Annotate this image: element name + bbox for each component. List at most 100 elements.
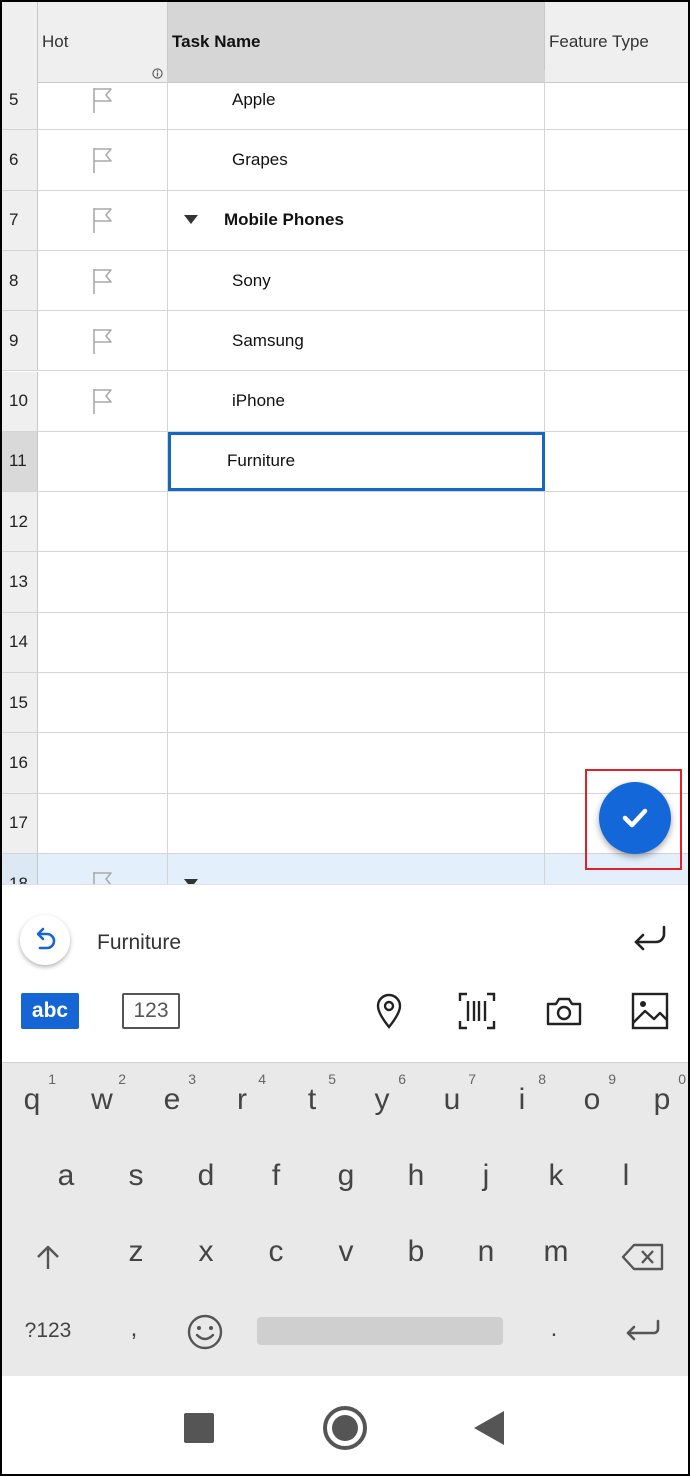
undo-button[interactable] — [20, 915, 70, 965]
key-m[interactable]: m — [528, 1235, 584, 1269]
task-name-cell[interactable] — [168, 793, 545, 853]
task-name-cell[interactable]: Samsung — [168, 311, 545, 371]
feature-type-cell[interactable] — [545, 492, 688, 551]
row-number[interactable]: 17 — [2, 793, 38, 853]
table-row[interactable]: 8 Sony — [2, 250, 688, 312]
symbols-key[interactable]: ?123 — [20, 1319, 76, 1343]
image-icon[interactable] — [630, 991, 670, 1031]
hot-cell[interactable] — [38, 190, 168, 250]
hot-cell[interactable] — [38, 311, 168, 371]
feature-type-cell[interactable] — [545, 130, 688, 189]
row-number[interactable]: 18 — [2, 853, 38, 884]
row-number[interactable]: 6 — [2, 130, 38, 190]
feature-type-cell[interactable] — [545, 432, 688, 491]
flag-icon[interactable] — [91, 870, 115, 884]
hot-cell[interactable] — [38, 612, 168, 672]
key-e[interactable]: e3 — [144, 1071, 200, 1117]
key-j[interactable]: j — [458, 1159, 514, 1193]
key-i[interactable]: i8 — [494, 1071, 550, 1117]
key-o[interactable]: o9 — [564, 1071, 620, 1117]
task-name-cell[interactable]: Sony — [168, 250, 545, 311]
space-key[interactable] — [257, 1317, 503, 1345]
table-row[interactable]: 11 Furniture — [2, 431, 688, 493]
row-number[interactable]: 13 — [2, 552, 38, 612]
task-name-cell[interactable] — [168, 673, 545, 733]
table-row[interactable]: 13 — [2, 552, 688, 613]
task-name-cell[interactable] — [168, 552, 545, 612]
key-p[interactable]: p0 — [634, 1071, 690, 1117]
key-q[interactable]: q1 — [4, 1071, 60, 1117]
task-name-cell[interactable]: Apple — [168, 70, 545, 130]
hot-cell[interactable] — [38, 371, 168, 431]
hot-cell[interactable] — [38, 853, 168, 884]
insert-suggestion-icon[interactable] — [630, 919, 670, 959]
camera-icon[interactable] — [544, 991, 584, 1031]
row-number[interactable]: 16 — [2, 733, 38, 793]
key-h[interactable]: h — [388, 1159, 444, 1193]
feature-type-cell[interactable] — [545, 372, 688, 431]
period-key[interactable]: . — [526, 1315, 582, 1343]
hot-cell[interactable] — [38, 552, 168, 612]
hot-cell[interactable] — [38, 130, 168, 190]
hot-cell[interactable] — [38, 673, 168, 733]
emoji-icon[interactable] — [186, 1313, 224, 1351]
task-name-cell[interactable]: Mobile Phones — [168, 190, 545, 250]
key-u[interactable]: u7 — [424, 1071, 480, 1117]
flag-icon[interactable] — [91, 146, 115, 174]
key-d[interactable]: d — [178, 1159, 234, 1193]
flag-icon[interactable] — [91, 327, 115, 355]
row-number[interactable]: 10 — [2, 371, 38, 431]
feature-type-cell[interactable] — [545, 673, 688, 732]
key-z[interactable]: z — [108, 1235, 164, 1269]
comma-key[interactable]: , — [106, 1315, 162, 1343]
table-row[interactable]: 10 iPhone — [2, 371, 688, 432]
feature-type-cell[interactable] — [545, 552, 688, 611]
task-name-cell[interactable]: Furniture — [168, 431, 545, 492]
table-row[interactable]: 14 — [2, 612, 688, 673]
abc-mode-button[interactable]: abc — [21, 993, 79, 1029]
hot-cell[interactable] — [38, 733, 168, 793]
key-f[interactable]: f — [248, 1159, 304, 1193]
key-x[interactable]: x — [178, 1235, 234, 1269]
task-name-cell[interactable] — [168, 733, 545, 793]
feature-type-cell[interactable] — [545, 251, 688, 310]
hot-cell[interactable] — [38, 793, 168, 853]
recents-button[interactable] — [184, 1413, 214, 1443]
feature-type-cell[interactable] — [545, 613, 688, 672]
flag-icon[interactable] — [91, 267, 115, 295]
key-v[interactable]: v — [318, 1235, 374, 1269]
table-row[interactable]: 15 — [2, 673, 688, 734]
task-name-cell[interactable] — [168, 492, 545, 552]
flag-icon[interactable] — [91, 206, 115, 234]
key-l[interactable]: l — [598, 1159, 654, 1193]
collapse-caret-icon[interactable] — [184, 215, 198, 225]
hot-cell[interactable] — [38, 431, 168, 492]
key-t[interactable]: t5 — [284, 1071, 340, 1117]
key-n[interactable]: n — [458, 1235, 514, 1269]
row-number[interactable]: 12 — [2, 492, 38, 552]
key-y[interactable]: y6 — [354, 1071, 410, 1117]
confirm-button[interactable] — [599, 782, 671, 854]
key-k[interactable]: k — [528, 1159, 584, 1193]
task-name-cell[interactable]: Grapes — [168, 130, 545, 190]
feature-type-cell[interactable] — [545, 311, 688, 370]
table-row[interactable]: 6 Grapes — [2, 130, 688, 191]
row-number[interactable]: 11 — [2, 431, 38, 492]
hot-cell[interactable] — [38, 70, 168, 130]
key-c[interactable]: c — [248, 1235, 304, 1269]
key-b[interactable]: b — [388, 1235, 444, 1269]
flag-icon[interactable] — [91, 387, 115, 415]
row-number[interactable]: 9 — [2, 311, 38, 371]
key-r[interactable]: r4 — [214, 1071, 270, 1117]
hot-cell[interactable] — [38, 492, 168, 552]
key-w[interactable]: w2 — [74, 1071, 130, 1117]
table-row[interactable]: 12 — [2, 492, 688, 553]
row-number[interactable]: 15 — [2, 673, 38, 733]
row-number[interactable]: 8 — [2, 250, 38, 311]
number-mode-button[interactable]: 123 — [122, 993, 180, 1029]
key-s[interactable]: s — [108, 1159, 164, 1193]
backspace-icon[interactable] — [620, 1241, 666, 1273]
key-a[interactable]: a — [38, 1159, 94, 1193]
task-name-cell[interactable] — [168, 612, 545, 672]
location-icon[interactable] — [372, 991, 406, 1031]
